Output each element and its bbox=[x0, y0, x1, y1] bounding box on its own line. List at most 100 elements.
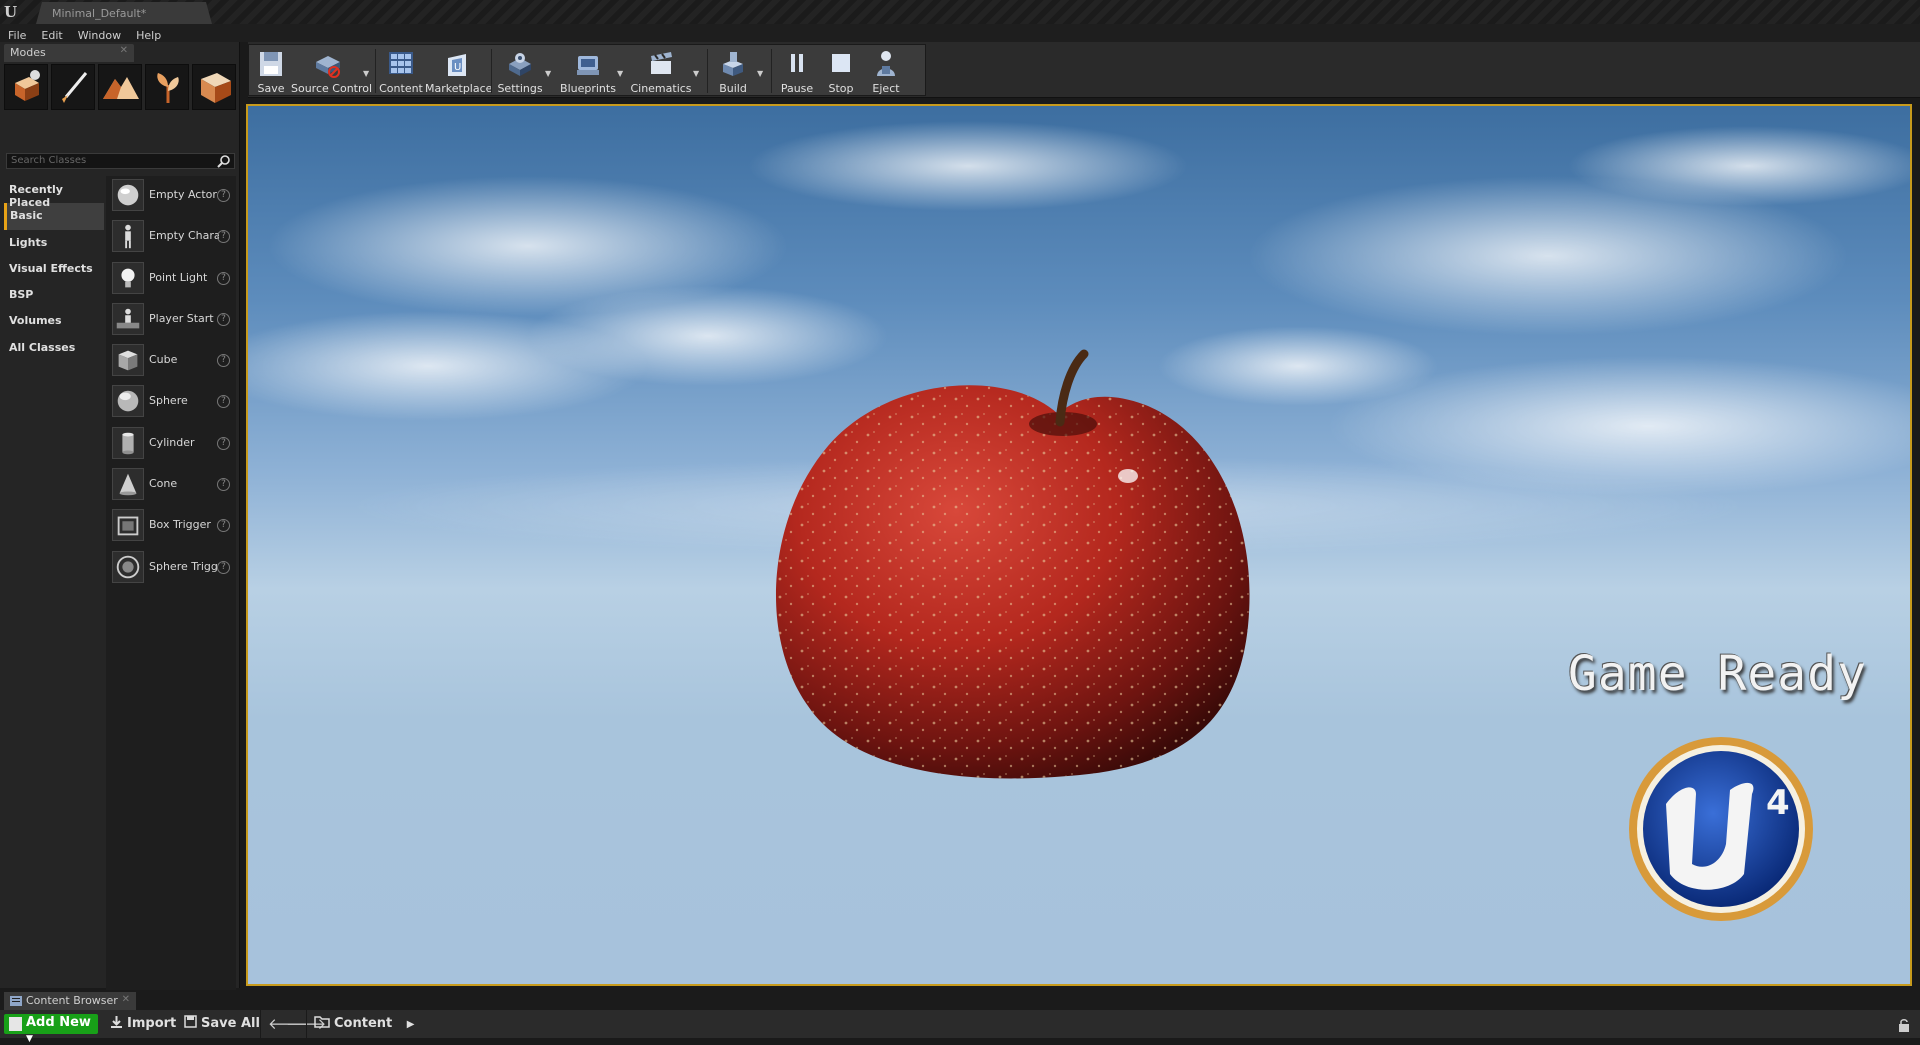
build-dropdown-icon[interactable]: ▼ bbox=[757, 69, 763, 78]
class-item[interactable]: Cube ? bbox=[106, 341, 236, 382]
class-item[interactable]: Empty Chara ? bbox=[106, 217, 236, 258]
source-control-button[interactable]: Source Control bbox=[291, 45, 373, 97]
pause-label: Pause bbox=[780, 82, 814, 95]
class-item-label: Cylinder bbox=[149, 435, 195, 449]
class-item[interactable]: Player Start ? bbox=[106, 300, 236, 341]
pause-button[interactable]: Pause bbox=[777, 45, 817, 97]
help-icon[interactable]: ? bbox=[217, 395, 230, 409]
foliage-mode-button[interactable] bbox=[145, 64, 189, 110]
toolbar-separator bbox=[306, 1010, 307, 1038]
build-icon bbox=[723, 52, 743, 76]
eject-icon bbox=[877, 51, 895, 76]
search-classes-input[interactable]: Search Classes bbox=[6, 153, 235, 169]
class-item[interactable]: Sphere ? bbox=[106, 382, 236, 423]
level-viewport[interactable]: Game Ready 4 bbox=[246, 104, 1912, 986]
class-item[interactable]: Cone ? bbox=[106, 465, 236, 506]
class-item-label: Cube bbox=[149, 353, 178, 367]
settings-label: Settings bbox=[497, 82, 543, 95]
marketplace-icon: U bbox=[448, 54, 466, 76]
box-trigger-icon bbox=[112, 509, 144, 542]
geometry-mode-button[interactable] bbox=[192, 64, 236, 110]
content-label: Content bbox=[379, 82, 423, 95]
modes-panel: Modes ✕ Search Classes Recently Placed B… bbox=[0, 42, 240, 1028]
class-item[interactable]: Point Light ? bbox=[106, 259, 236, 300]
save-all-label: Save All bbox=[201, 1016, 260, 1031]
close-icon[interactable]: ✕ bbox=[122, 994, 130, 1005]
save-icon bbox=[260, 52, 282, 76]
title-bar: U Minimal_Default* bbox=[0, 0, 1920, 24]
help-icon[interactable]: ? bbox=[217, 230, 230, 244]
settings-icon bbox=[509, 53, 531, 76]
toolbar-separator bbox=[491, 49, 492, 93]
stop-label: Stop bbox=[828, 82, 854, 95]
category-lights[interactable]: Lights bbox=[4, 230, 104, 256]
source-control-label: Source Control bbox=[291, 82, 373, 95]
help-icon[interactable]: ? bbox=[217, 312, 230, 326]
content-button[interactable]: Content bbox=[379, 45, 423, 97]
category-visual-effects[interactable]: Visual Effects bbox=[4, 256, 104, 282]
category-bsp[interactable]: BSP bbox=[4, 282, 104, 308]
empty-actor-icon bbox=[112, 179, 144, 211]
place-mode-button[interactable] bbox=[4, 64, 48, 110]
geometry-mode-icon bbox=[201, 73, 231, 103]
class-item-label: Point Light bbox=[149, 270, 208, 284]
menu-edit[interactable]: Edit bbox=[33, 27, 69, 42]
point-light-icon bbox=[112, 261, 144, 294]
menu-file[interactable]: File bbox=[0, 27, 33, 42]
class-item[interactable]: Cylinder ? bbox=[106, 424, 236, 465]
eject-button[interactable]: Eject bbox=[865, 45, 907, 97]
help-icon[interactable]: ? bbox=[217, 560, 230, 574]
class-item-label: Sphere bbox=[149, 394, 188, 408]
import-label: Import bbox=[127, 1016, 177, 1031]
content-browser-tab[interactable]: Content Browser ✕ bbox=[4, 992, 136, 1010]
save-all-button[interactable]: Save All bbox=[184, 1015, 260, 1031]
content-icon bbox=[389, 52, 413, 74]
help-icon[interactable]: ? bbox=[217, 354, 230, 368]
class-item[interactable]: Sphere Trigg ? bbox=[106, 548, 236, 589]
save-button[interactable]: Save bbox=[253, 45, 289, 97]
category-all-classes[interactable]: All Classes bbox=[4, 335, 104, 361]
class-item-label: Sphere Trigg bbox=[149, 559, 218, 573]
help-icon[interactable]: ? bbox=[217, 436, 230, 450]
cinematics-label: Cinematics bbox=[630, 82, 692, 95]
level-tab[interactable]: Minimal_Default* bbox=[36, 2, 212, 24]
help-icon[interactable]: ? bbox=[217, 519, 230, 533]
menu-window[interactable]: Window bbox=[70, 27, 128, 42]
cinematics-button[interactable]: Cinematics bbox=[629, 45, 693, 97]
place-mode-icon bbox=[15, 70, 40, 101]
stop-icon bbox=[832, 54, 850, 72]
blueprints-button[interactable]: Blueprints bbox=[559, 45, 617, 97]
build-button[interactable]: Build bbox=[711, 45, 755, 97]
import-button[interactable]: Import bbox=[110, 1015, 176, 1031]
class-item[interactable]: Empty Actor ? bbox=[106, 176, 236, 217]
class-item-label: Cone bbox=[149, 477, 178, 491]
sphere-trigger-icon bbox=[112, 550, 144, 583]
help-icon[interactable]: ? bbox=[217, 271, 230, 285]
settings-dropdown-icon[interactable]: ▼ bbox=[545, 69, 551, 78]
path-content-label: Content bbox=[334, 1016, 393, 1031]
paint-mode-button[interactable] bbox=[51, 64, 95, 110]
close-icon[interactable]: ✕ bbox=[120, 45, 128, 56]
category-recently-placed[interactable]: Recently Placed bbox=[4, 177, 104, 209]
stop-button[interactable]: Stop bbox=[821, 45, 861, 97]
landscape-mode-button[interactable] bbox=[98, 64, 142, 110]
help-icon[interactable]: ? bbox=[217, 189, 230, 202]
blueprints-dropdown-icon[interactable]: ▼ bbox=[617, 69, 623, 78]
path-breadcrumb[interactable]: Content ▶ bbox=[314, 1015, 414, 1031]
cinematics-dropdown-icon[interactable]: ▼ bbox=[693, 69, 699, 78]
class-item[interactable]: Box Trigger ? bbox=[106, 506, 236, 547]
chevron-right-icon[interactable]: ▶ bbox=[407, 1019, 415, 1030]
menu-help[interactable]: Help bbox=[128, 27, 168, 42]
lock-icon[interactable] bbox=[1898, 1018, 1910, 1032]
settings-button[interactable]: Settings bbox=[495, 45, 545, 97]
marketplace-button[interactable]: U Marketplace bbox=[425, 45, 492, 97]
category-volumes[interactable]: Volumes bbox=[4, 308, 104, 334]
source-control-dropdown-icon[interactable]: ▼ bbox=[363, 69, 369, 78]
pause-icon bbox=[791, 54, 803, 72]
add-new-button[interactable]: Add New ▼ bbox=[4, 1014, 98, 1044]
toolbar-button-group: Save Source Control ▼ Content U Marketpl… bbox=[248, 44, 926, 96]
modes-tab[interactable]: Modes ✕ bbox=[4, 44, 134, 62]
paint-mode-icon bbox=[62, 72, 88, 103]
class-item-label: Box Trigger bbox=[149, 518, 211, 532]
help-icon[interactable]: ? bbox=[217, 478, 230, 492]
